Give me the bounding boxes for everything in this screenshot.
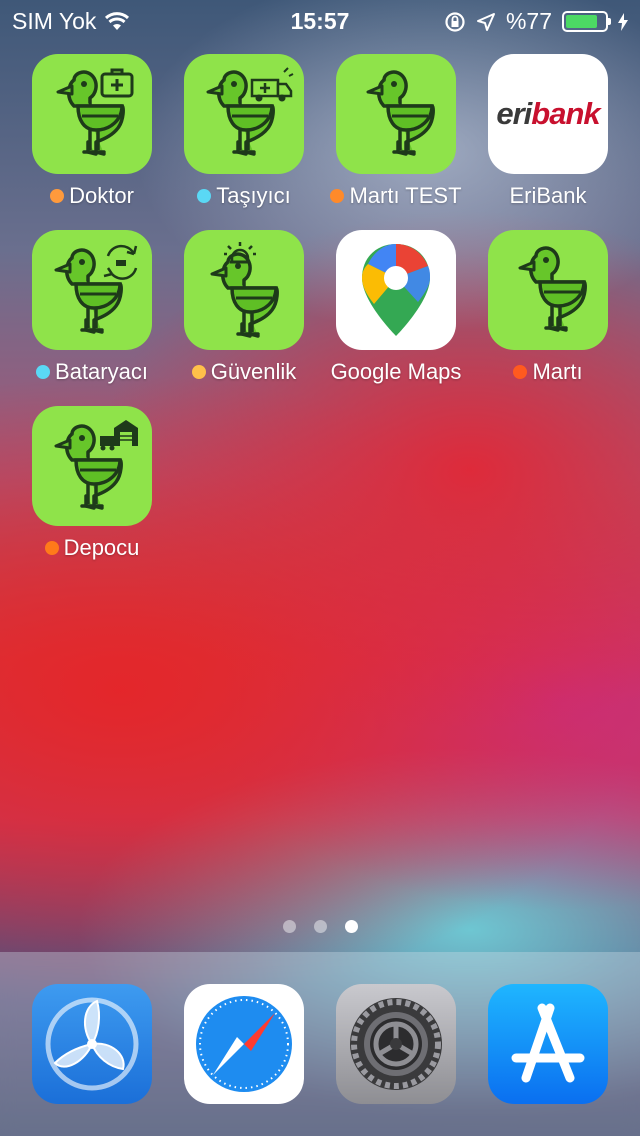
app-doktor[interactable]: Doktor (17, 54, 167, 209)
propeller-icon (45, 997, 139, 1091)
google-maps-pin-icon (362, 244, 430, 336)
app-label: Taşıyıcı (169, 183, 319, 209)
app-label: Martı (473, 359, 623, 385)
app-label: Bataryacı (17, 359, 167, 385)
new-badge-dot (44, 541, 59, 555)
battery-icon (562, 11, 611, 32)
new-badge-dot (197, 189, 212, 203)
new-badge-dot (36, 365, 51, 379)
dock (0, 952, 640, 1136)
page-dot[interactable] (282, 920, 296, 933)
compass-icon (196, 996, 292, 1092)
app-marti-test[interactable]: Martı TEST (321, 54, 471, 209)
bird-alarm-icon (210, 242, 279, 338)
app-marti[interactable]: Martı (473, 230, 623, 385)
bird-medical-icon (56, 68, 134, 156)
app-label: Martı TEST (321, 183, 471, 209)
page-indicator[interactable] (0, 920, 640, 933)
app-label: Google Maps (330, 359, 462, 384)
bird-icon (366, 70, 435, 156)
app-depocu[interactable]: Depocu (17, 406, 167, 561)
app-tasiyici[interactable]: Taşıyıcı (169, 54, 319, 209)
new-badge-dot (513, 365, 528, 379)
dock-app-safari[interactable] (169, 984, 319, 1104)
bird-ambulance-icon (206, 67, 294, 156)
dock-app-app-store[interactable] (473, 984, 623, 1104)
new-badge-dot (191, 365, 206, 379)
charging-bolt-icon (618, 12, 628, 31)
status-bar: SIM Yok 15:57 %77 (0, 0, 640, 40)
app-eribank[interactable]: eribank EriBank (473, 54, 623, 209)
dock-app-settings[interactable] (321, 984, 471, 1104)
app-label: Doktor (17, 183, 167, 209)
location-arrow-icon (476, 12, 495, 31)
app-guvenlik[interactable]: Güvenlik (169, 230, 319, 385)
bird-battery-swap-icon (54, 244, 138, 334)
app-bataryaci[interactable]: Bataryacı (17, 230, 167, 385)
bird-warehouse-icon (54, 420, 138, 510)
bird-icon (518, 246, 587, 332)
dock-app-propeller[interactable] (17, 984, 167, 1104)
app-label: EriBank (509, 183, 587, 208)
page-dot-current[interactable] (344, 920, 358, 933)
orientation-lock-icon (445, 11, 465, 32)
new-badge-dot (50, 189, 65, 203)
app-label: Depocu (17, 535, 167, 561)
app-google-maps[interactable]: Google Maps (321, 230, 471, 385)
new-badge-dot (330, 189, 345, 203)
app-store-icon (511, 1003, 585, 1083)
gear-icon (350, 998, 442, 1090)
page-dot[interactable] (313, 920, 327, 933)
eribank-logo-part-bank: bank (531, 96, 600, 131)
battery-percent: %77 (505, 8, 552, 34)
eribank-logo-part-eri: eri (496, 96, 532, 131)
app-label: Güvenlik (169, 359, 319, 385)
eribank-logo-icon: eribank (488, 54, 608, 174)
